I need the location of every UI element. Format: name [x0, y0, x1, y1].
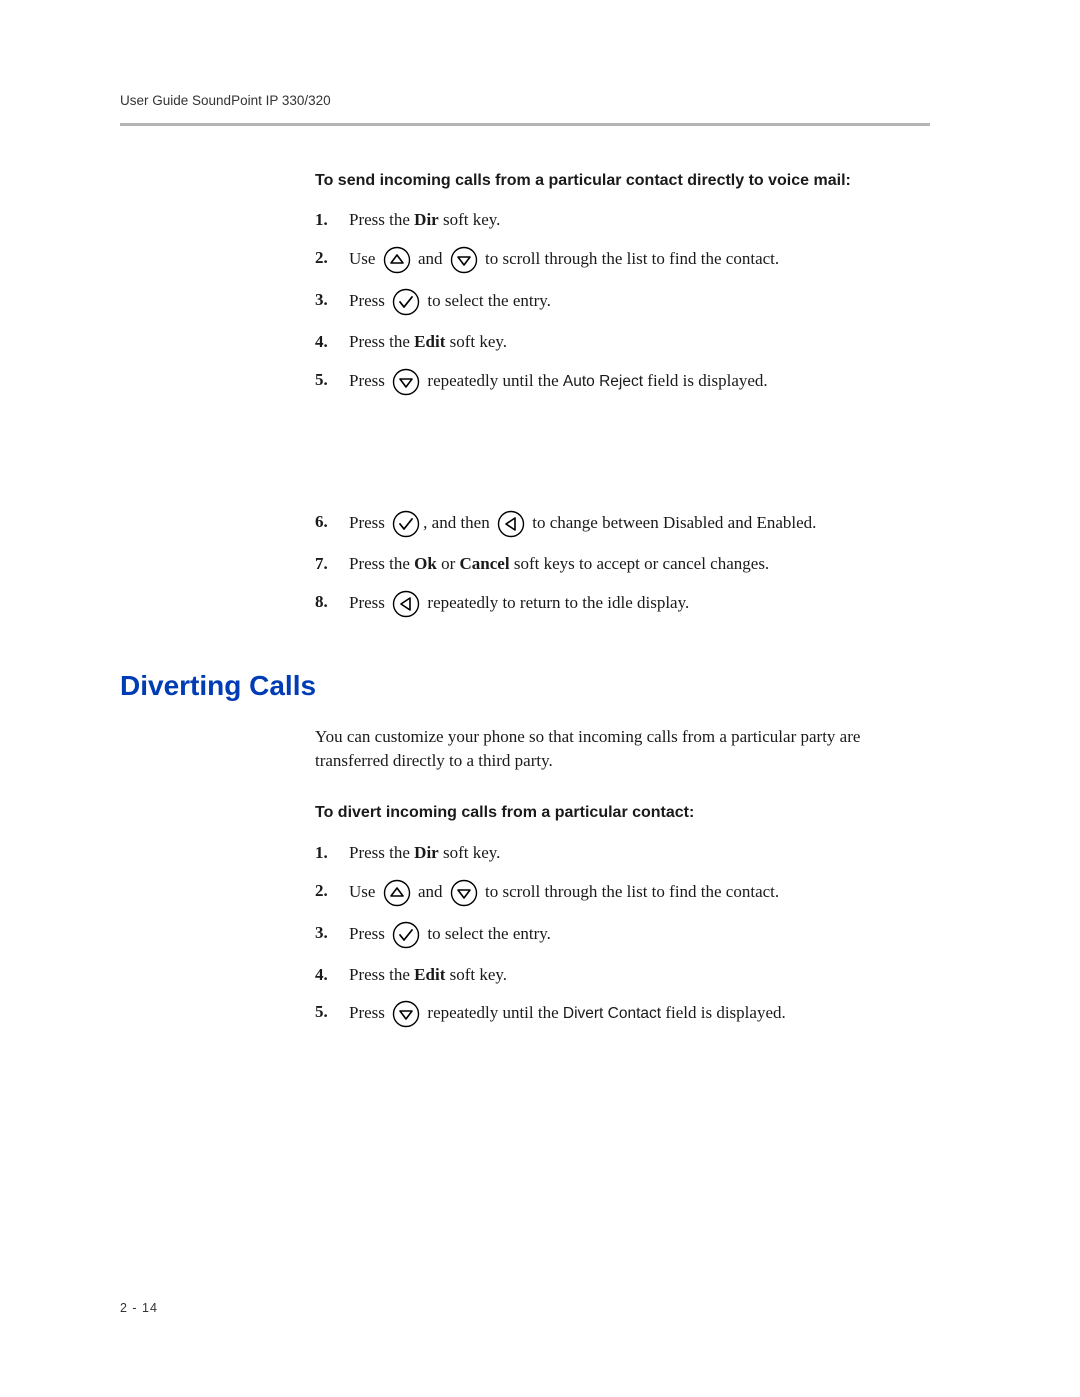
- step-item: 6.Press , and then to change between Dis…: [315, 510, 930, 538]
- step-item: 1.Press the Dir soft key.: [315, 841, 930, 865]
- emphasis: Cancel: [460, 554, 510, 573]
- down-button-icon: [392, 1000, 420, 1028]
- field-name: Divert Contact: [563, 1005, 661, 1022]
- step-item: 1.Press the Dir soft key.: [315, 208, 930, 232]
- down-button-icon: [450, 246, 478, 274]
- step-number: 6.: [315, 510, 328, 534]
- page-number: 2 - 14: [120, 1300, 158, 1318]
- step-number: 3.: [315, 921, 328, 945]
- emphasis: Dir: [414, 843, 439, 862]
- step-number: 2.: [315, 246, 328, 270]
- field-name: Auto Reject: [563, 373, 643, 390]
- intro-text: You can customize your phone so that inc…: [315, 725, 930, 773]
- step-number: 4.: [315, 330, 328, 354]
- content-column-2: You can customize your phone so that inc…: [315, 725, 930, 1029]
- up-button-icon: [383, 879, 411, 907]
- step-item: 2.Use and to scroll through the list to …: [315, 246, 930, 274]
- check-button-icon: [392, 288, 420, 316]
- emphasis: Dir: [414, 210, 439, 229]
- step-number: 5.: [315, 368, 328, 392]
- content-column: To send incoming calls from a particular…: [315, 170, 930, 618]
- step-number: 7.: [315, 552, 328, 576]
- step-number: 3.: [315, 288, 328, 312]
- step-item: 7.Press the Ok or Cancel soft keys to ac…: [315, 552, 930, 576]
- step-number: 8.: [315, 590, 328, 614]
- page-header: User Guide SoundPoint IP 330/320: [120, 92, 930, 126]
- step-number: 1.: [315, 841, 328, 865]
- emphasis: Ok: [414, 554, 437, 573]
- step-item: 5.Press repeatedly until the Divert Cont…: [315, 1000, 930, 1028]
- emphasis: Edit: [414, 965, 445, 984]
- subhead-divert: To divert incoming calls from a particul…: [315, 802, 930, 824]
- down-button-icon: [450, 879, 478, 907]
- step-number: 4.: [315, 963, 328, 987]
- subhead-voicemail: To send incoming calls from a particular…: [315, 170, 930, 192]
- step-item: 5.Press repeatedly until the Auto Reject…: [315, 368, 930, 396]
- check-button-icon: [392, 921, 420, 949]
- vertical-gap: [315, 410, 930, 510]
- emphasis: Edit: [414, 332, 445, 351]
- left-button-icon: [392, 590, 420, 618]
- up-button-icon: [383, 246, 411, 274]
- section-title-diverting: Diverting Calls: [120, 666, 930, 705]
- check-button-icon: [392, 510, 420, 538]
- steps-divert: 1.Press the Dir soft key. 2.Use and to sc…: [315, 841, 930, 1029]
- step-item: 8.Press repeatedly to return to the idle…: [315, 590, 930, 618]
- step-number: 2.: [315, 879, 328, 903]
- step-item: 2.Use and to scroll through the list to …: [315, 879, 930, 907]
- step-number: 1.: [315, 208, 328, 232]
- steps-voicemail: 1.Press the Dir soft key. 2.Use and to sc…: [315, 208, 930, 617]
- step-number: 5.: [315, 1000, 328, 1024]
- step-item: 4.Press the Edit soft key.: [315, 963, 930, 987]
- down-button-icon: [392, 368, 420, 396]
- step-item: 3.Press to select the entry.: [315, 921, 930, 949]
- step-item: 3.Press to select the entry.: [315, 288, 930, 316]
- left-button-icon: [497, 510, 525, 538]
- step-item: 4.Press the Edit soft key.: [315, 330, 930, 354]
